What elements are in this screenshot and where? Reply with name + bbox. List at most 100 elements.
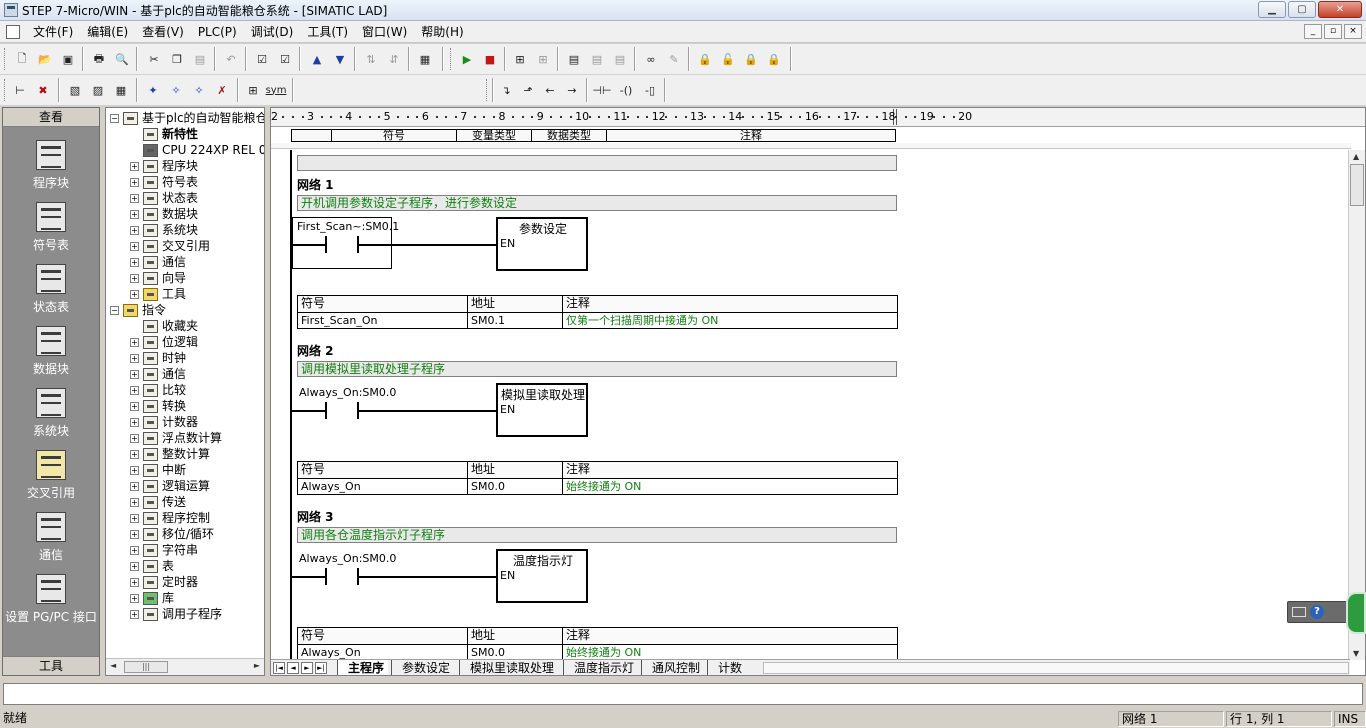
nav-bar-header[interactable]: 查看 bbox=[3, 108, 99, 127]
nav-item-system-block[interactable]: 系统块 bbox=[3, 388, 99, 450]
expand-icon[interactable]: + bbox=[130, 353, 139, 363]
scroll-down-icon[interactable]: ▼ bbox=[1353, 649, 1359, 658]
tree-item-convert[interactable]: + 转换 bbox=[130, 398, 186, 414]
nav-item-cross-reference[interactable]: 交叉引用 bbox=[3, 450, 99, 512]
tree-item-clock[interactable]: + 时钟 bbox=[130, 350, 186, 366]
options-icon[interactable]: ▦ bbox=[415, 49, 435, 69]
expand-icon[interactable]: + bbox=[130, 433, 139, 443]
toolbar-grip[interactable] bbox=[450, 48, 453, 70]
lock-icon[interactable]: 🔒 bbox=[695, 49, 715, 69]
tree-item-libraries[interactable]: + 库 bbox=[130, 590, 174, 606]
expand-icon[interactable]: + bbox=[130, 609, 139, 619]
sort-ascending-icon[interactable]: ⇅ bbox=[361, 49, 381, 69]
stop-icon[interactable]: ■ bbox=[480, 49, 500, 69]
tree-item-shift-rotate[interactable]: + 移位/循环 bbox=[130, 526, 214, 542]
header-symbol[interactable]: 符号 bbox=[332, 130, 457, 141]
run-icon[interactable]: ▶ bbox=[457, 49, 477, 69]
download-icon[interactable]: ▼ bbox=[330, 49, 350, 69]
tree-item-program-control[interactable]: + 程序控制 bbox=[130, 510, 210, 526]
expand-icon[interactable]: + bbox=[130, 401, 139, 411]
expand-icon[interactable]: + bbox=[130, 449, 139, 459]
header-var-type[interactable]: 变量类型 bbox=[457, 130, 532, 141]
tab-last-icon[interactable]: ►| bbox=[315, 662, 327, 674]
nav-item-communications[interactable]: 通信 bbox=[3, 512, 99, 574]
clear-bookmarks-icon[interactable]: ✗ bbox=[212, 80, 232, 100]
tree-item-compare[interactable]: + 比较 bbox=[130, 382, 186, 398]
copy-icon[interactable]: ❐ bbox=[167, 49, 187, 69]
menu-tools[interactable]: 工具(T) bbox=[300, 21, 355, 43]
help-icon[interactable]: ? bbox=[1310, 605, 1324, 619]
expand-icon[interactable]: + bbox=[130, 465, 139, 475]
poui-comment[interactable] bbox=[297, 155, 897, 171]
tab-first-icon[interactable]: |◄ bbox=[273, 662, 285, 674]
menu-view[interactable]: 查看(V) bbox=[135, 21, 191, 43]
network-3-comment[interactable]: 调用各仓温度指示灯子程序 bbox=[297, 527, 897, 543]
open-folder-icon[interactable]: 📂 bbox=[35, 49, 55, 69]
line-right-icon[interactable]: → bbox=[562, 80, 582, 100]
toolbar-grip[interactable] bbox=[4, 48, 7, 70]
tree-horizontal-scrollbar[interactable]: ◄ ||| ► bbox=[106, 658, 264, 675]
print-preview-icon[interactable]: 🔍 bbox=[112, 49, 132, 69]
tree-item-data-block[interactable]: + 数据块 bbox=[130, 206, 198, 222]
delete-network-icon[interactable]: ✖ bbox=[33, 80, 53, 100]
tab-temperature-indicator[interactable]: 温度指示灯 bbox=[563, 660, 638, 675]
tree-item-tools[interactable]: + 工具 bbox=[130, 286, 186, 302]
tree-item-symbol-table[interactable]: + 符号表 bbox=[130, 174, 198, 190]
expand-icon[interactable]: + bbox=[130, 225, 139, 235]
scrollbar-thumb[interactable]: ||| bbox=[124, 661, 168, 673]
expand-icon[interactable]: + bbox=[130, 209, 139, 219]
expand-icon[interactable]: + bbox=[130, 481, 139, 491]
expand-icon[interactable]: + bbox=[130, 177, 139, 187]
expand-icon[interactable]: + bbox=[130, 417, 139, 427]
expand-icon[interactable]: + bbox=[130, 577, 139, 587]
ime-toolbar[interactable]: ? bbox=[1287, 592, 1366, 634]
compile-all-icon[interactable]: ☑ bbox=[275, 49, 295, 69]
tab-ventilation-control[interactable]: 通风控制 bbox=[641, 660, 704, 675]
tree-item-cpu[interactable]: CPU 224XP REL 02 bbox=[130, 142, 264, 158]
toggle-symbol-table-icon[interactable]: ▦ bbox=[111, 80, 131, 100]
tab-main-program[interactable]: 主程序 bbox=[337, 660, 389, 675]
expand-icon[interactable]: + bbox=[130, 369, 139, 379]
menu-plc[interactable]: PLC(P) bbox=[191, 21, 244, 43]
apply-symbols-icon[interactable]: ⊞ bbox=[243, 80, 263, 100]
unforce-icon[interactable]: ✎ bbox=[664, 49, 684, 69]
tree-item-instructions[interactable]: − 指令 bbox=[110, 302, 166, 318]
expand-icon[interactable]: + bbox=[130, 513, 139, 523]
editor-vertical-scrollbar[interactable]: ▲ ▼ bbox=[1348, 150, 1365, 660]
symbol-info-icon[interactable]: sym bbox=[266, 80, 287, 100]
tree-item-communications[interactable]: + 通信 bbox=[130, 254, 186, 270]
print-icon[interactable]: 🖶 bbox=[89, 49, 109, 69]
network-2-title[interactable]: 网络 2 bbox=[297, 342, 334, 359]
line-up-icon[interactable]: ⬏ bbox=[518, 80, 538, 100]
scroll-left-icon[interactable]: ◄ bbox=[110, 661, 116, 670]
tab-next-icon[interactable]: ► bbox=[301, 662, 313, 674]
insert-box-icon[interactable]: -▯ bbox=[640, 80, 660, 100]
document-icon[interactable] bbox=[6, 24, 20, 39]
header-data-type[interactable]: 数据类型 bbox=[532, 130, 607, 141]
line-left-icon[interactable]: ← bbox=[540, 80, 560, 100]
expand-icon[interactable]: + bbox=[130, 545, 139, 555]
scroll-right-icon[interactable]: ► bbox=[254, 661, 260, 670]
prev-bookmark-icon[interactable]: ✧ bbox=[189, 80, 209, 100]
save-all-icon[interactable]: ▣ bbox=[58, 49, 78, 69]
nav-item-set-pg-pc-interface[interactable]: 设置 PG/PC 接口 bbox=[3, 574, 99, 636]
force-icon[interactable]: ∞ bbox=[641, 49, 661, 69]
nav-item-status-chart[interactable]: 状态表 bbox=[3, 264, 99, 326]
tree-item-status-chart[interactable]: + 状态表 bbox=[130, 190, 198, 206]
paste-icon[interactable]: ▤ bbox=[190, 49, 210, 69]
contact-bar[interactable] bbox=[325, 402, 327, 419]
write-forced-icon[interactable]: 🔒 bbox=[764, 49, 784, 69]
tree-item-table[interactable]: + 表 bbox=[130, 558, 174, 574]
cut-icon[interactable]: ✂ bbox=[144, 49, 164, 69]
tree-item-favorites[interactable]: 收藏夹 bbox=[130, 318, 198, 334]
tree-item-wizards[interactable]: + 向导 bbox=[130, 270, 186, 286]
tab-prev-icon[interactable]: ◄ bbox=[287, 662, 299, 674]
expand-icon[interactable]: + bbox=[130, 289, 139, 299]
maximize-button[interactable]: ▢ bbox=[1288, 1, 1316, 18]
output-window[interactable] bbox=[3, 683, 1363, 705]
insert-coil-icon[interactable]: -() bbox=[616, 80, 636, 100]
expand-icon[interactable]: + bbox=[130, 161, 139, 171]
menu-debug[interactable]: 调试(D) bbox=[244, 21, 301, 43]
read-forced-icon[interactable]: 🔒 bbox=[741, 49, 761, 69]
expand-icon[interactable]: + bbox=[130, 497, 139, 507]
